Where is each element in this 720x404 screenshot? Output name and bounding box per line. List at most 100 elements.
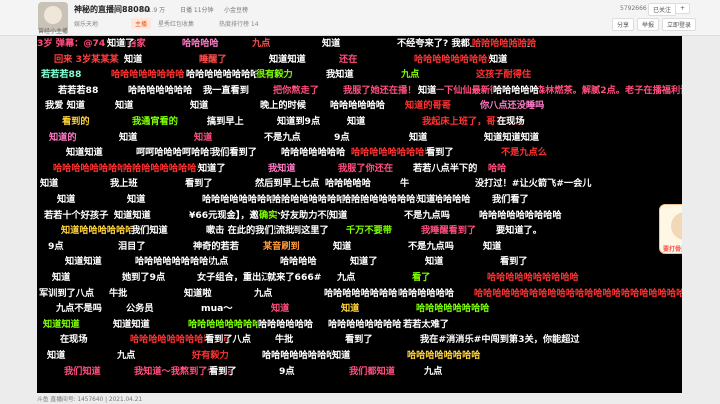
danmu-item: 知道的哥哥 xyxy=(405,100,451,112)
danmu-item: 若若太难了 xyxy=(403,318,449,330)
danmu-item: 九点不是吗 xyxy=(56,303,102,315)
danmu-item: 确实 xyxy=(259,209,278,221)
danmu-item: 把你熬走了 xyxy=(273,84,319,96)
danmu-item: 我在#消消乐#中闯到第3关，你能超过 xyxy=(420,334,580,346)
report-button[interactable]: 举报 xyxy=(637,18,660,31)
danmu-item: 知道 xyxy=(40,178,59,190)
danmu-item: 若若若88 xyxy=(41,69,82,81)
danmu-item: 哈哈哈哈 xyxy=(182,38,219,49)
stream-title: 神秘的直播间88080 xyxy=(74,5,150,14)
danmu-item: 还在 xyxy=(339,53,358,65)
video-player[interactable]: 3岁 弹幕：@7477有啥家 回来 3岁某某某 若若若88 若若若88 我爱 知道 看到的… xyxy=(37,36,682,393)
danmu-item: 哈哈哈哈哈哈哈哈 xyxy=(111,69,185,81)
follow-button[interactable]: 已关注 xyxy=(648,3,677,16)
danmu-item: 若若八点半下的 xyxy=(413,162,478,174)
danmu-item: 公务员 xyxy=(126,303,154,315)
danmu-item: 哈哈哈哈哈哈哈哈哈 xyxy=(135,256,218,268)
danmu-item: 哈哈哈哈哈哈哈哈 xyxy=(262,350,336,361)
danmu-item: 看到了 xyxy=(426,147,454,159)
login-button[interactable]: 立即登录 xyxy=(662,18,697,31)
danmu-item: 不是九点 xyxy=(264,131,301,143)
stat-daily: 日播 11分钟 xyxy=(180,7,214,14)
danmu-item: 看到了八点 xyxy=(205,334,251,346)
danmu-item: 知道 xyxy=(124,53,143,65)
danmu-item: 不是九点吗 xyxy=(408,240,454,252)
danmu-item: 知道啦 xyxy=(184,287,212,299)
danmu-item: 知道 xyxy=(127,194,146,205)
danmu-item: 这孩子耐得住 xyxy=(476,69,532,81)
page: 曾经小主播 神秘的直播间88080 161.9 万 日播 11分钟 小金豆榜 娱… xyxy=(0,0,720,404)
danmu-item: 然后到早上七点 xyxy=(255,178,320,190)
danmu-item: 知道 xyxy=(190,100,209,112)
danmu-item: 不是九点么 xyxy=(501,147,547,159)
danmu-item: 晚上的时候 xyxy=(260,100,306,112)
danmu-item: 哈哈哈哈哈哈 xyxy=(330,100,386,112)
danmu-item: 若若若88 xyxy=(58,84,99,96)
danmu-item: 哈哈哈哈哈哈哈哈哈哈哈哈哈哈 xyxy=(342,194,471,205)
danmu-item: 九点 xyxy=(424,365,443,377)
danmu-item: 哈哈哈哈哈哈哈 xyxy=(472,38,537,49)
danmu-item: 我知道 xyxy=(268,162,296,174)
danmu-item: 看到了 xyxy=(209,365,237,377)
danmu-item: 哈哈哈哈哈哈哈哈 xyxy=(407,350,481,361)
danmu-item: 我睡醒看到了 xyxy=(421,225,477,237)
danmu-item: 牛 xyxy=(400,178,410,190)
danmu-item: 在现场 xyxy=(497,116,525,127)
stat-bean[interactable]: 小金豆榜 xyxy=(224,5,248,14)
danmu-item: 在现场 xyxy=(60,334,88,346)
danmu-item: 知道知道 xyxy=(65,256,102,268)
danmu-item: 我们看到了 xyxy=(211,147,257,159)
danmu-item: 就来了666# xyxy=(267,272,322,283)
danmu-item: 知道 xyxy=(52,272,71,283)
danmu-item: 我们知道 xyxy=(64,365,101,377)
danmu-item: 知道 xyxy=(425,256,444,268)
hot-rank-link[interactable]: 热度排行榜 14 xyxy=(219,19,259,28)
danmu-item: 知道 xyxy=(194,131,213,143)
danmu-item: 嗽击 在此的我们坚持到这里了 xyxy=(206,225,329,237)
danmu-item: 我爱 知道 xyxy=(45,100,85,112)
danmu-item: 哈哈哈哈哈哈哈哈 xyxy=(188,318,262,330)
stream-header: 曾经小主播 神秘的直播间88080 161.9 万 日播 11分钟 小金豆榜 娱… xyxy=(0,0,720,36)
share-button[interactable]: 分享 xyxy=(612,18,635,31)
danmu-item: 知道了 xyxy=(198,162,226,174)
danmu-item: 知道 xyxy=(483,240,502,252)
danmu-item: 哈哈哈哈哈哈哈哈 xyxy=(416,303,490,315)
danmu-item: 九点 xyxy=(252,38,271,49)
danmu-item: 知道 xyxy=(409,131,428,143)
danmu-item: 千万不要带 xyxy=(346,225,392,237)
danmu-item: 知道 xyxy=(418,84,437,96)
danmu-item: 知道 xyxy=(347,116,366,127)
red-packet-link[interactable]: 星秀红包收集 xyxy=(158,19,194,28)
danmu-item: 哈哈哈哈哈哈哈哈哈 xyxy=(479,209,562,221)
danmu-item: 牛批 xyxy=(275,334,294,346)
plus-button[interactable]: + xyxy=(675,3,691,14)
danmu-item: 军训到了八点 xyxy=(39,287,95,299)
danmu-item: 知道知道 xyxy=(43,318,80,330)
danmu-item: 知道知道 xyxy=(113,318,150,330)
danmu-item: 知道到9点 xyxy=(277,116,321,127)
danmu-item: 睡醒了 xyxy=(199,53,227,65)
category-link[interactable]: 娱乐天地 xyxy=(74,19,98,28)
danmu-item: 知道 xyxy=(417,194,436,205)
stat-followers: 161.9 万 xyxy=(140,7,166,14)
danmu-item: 你八点还没睡吗 xyxy=(480,100,545,112)
danmu-item: 知道 xyxy=(332,350,351,361)
danmu-item: 我一直看到 xyxy=(203,84,249,96)
danmu-item: 没打过！#让火箭飞#一会儿 xyxy=(475,178,592,190)
danmu-item: 知道知道 xyxy=(114,209,151,221)
danmu-item: 我们都知道 xyxy=(349,365,395,377)
danmu-item: 知道 xyxy=(115,100,134,112)
danmu-item: 九点 xyxy=(337,272,356,283)
danmu-item: 知道 xyxy=(47,350,66,361)
danmu-item: 不是九点吗 xyxy=(404,209,450,221)
danmu-item: 知道 xyxy=(57,194,76,205)
danmu-item: 知道了 xyxy=(107,38,135,49)
danmu-item: 我们知道 xyxy=(131,225,168,237)
danmu-item: 知道知道 xyxy=(66,147,103,159)
danmu-item: 哈哈 xyxy=(488,162,507,174)
danmu-item: 知道了 xyxy=(350,256,378,268)
danmu-item: 泪目了 xyxy=(118,240,146,252)
danmu-item: 九点 xyxy=(401,69,420,81)
danmu-item: 知道 xyxy=(341,303,360,315)
danmu-item: 哈哈哈哈哈哈哈 xyxy=(128,84,193,96)
